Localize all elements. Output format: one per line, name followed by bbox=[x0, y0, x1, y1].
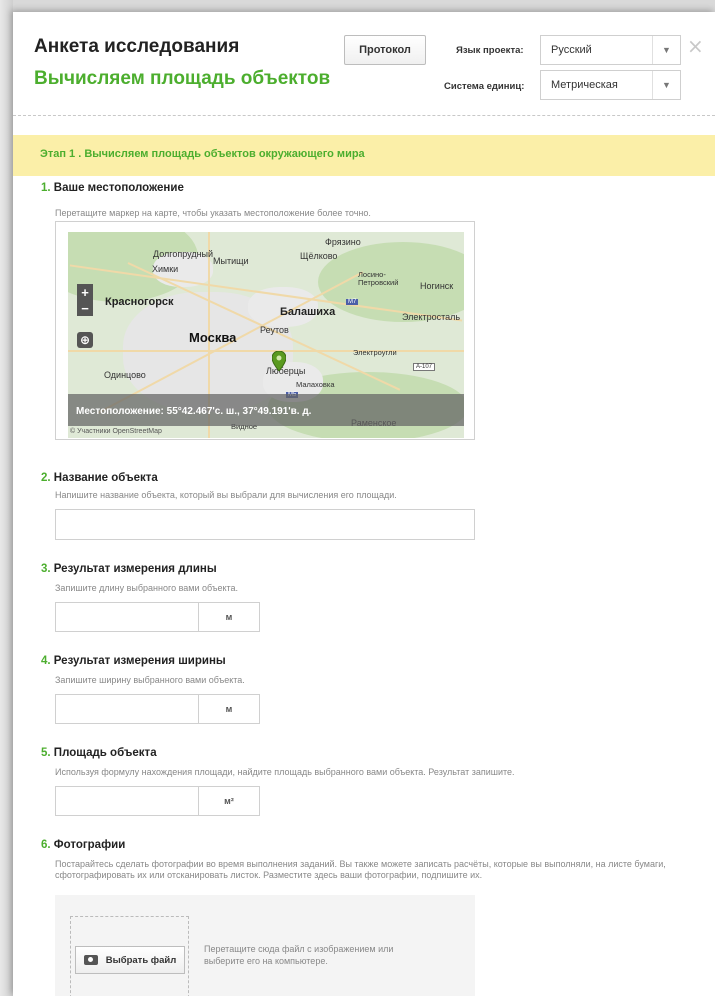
map-label-mytishchi: Мытищи bbox=[213, 256, 249, 266]
object-name-input[interactable] bbox=[55, 509, 475, 540]
question-4-hint: Запишите ширину выбранного вами объекта. bbox=[55, 675, 245, 685]
language-select-value: Русский bbox=[551, 44, 592, 56]
page-title: Анкета исследования bbox=[34, 36, 240, 57]
header-divider bbox=[13, 115, 715, 116]
chevron-down-icon: ▼ bbox=[652, 71, 680, 99]
map-label-krasnogorsk: Красногорск bbox=[105, 296, 174, 308]
question-6-title: 6. Фотографии bbox=[41, 839, 126, 851]
map-label-fryazino: Фрязино bbox=[325, 237, 361, 247]
survey-dialog: Анкета исследования Вычисляем площадь об… bbox=[13, 12, 715, 996]
chevron-down-icon: ▼ bbox=[652, 36, 680, 64]
drop-hint-text: Перетащите сюда файл с изображением или … bbox=[204, 944, 394, 966]
question-1-hint: Перетащите маркер на карте, чтобы указат… bbox=[55, 208, 371, 218]
map-label-odintsovo: Одинцово bbox=[104, 370, 146, 380]
map-label-dolgoprudny: Долгопрудный bbox=[153, 249, 214, 259]
question-5-title: 5. Площадь объекта bbox=[41, 747, 157, 759]
map-label-reutov: Реутов bbox=[260, 325, 289, 335]
map-label-malakhovka: Малаховка bbox=[296, 380, 335, 389]
window-background bbox=[0, 0, 13, 996]
map-label-elektrougli: Электроугли bbox=[353, 348, 397, 357]
area-input[interactable]: м² bbox=[55, 786, 260, 816]
units-select-value: Метрическая bbox=[551, 79, 618, 91]
location-coordinates-text: Местоположение: 55°42.467'с. ш., 37°49.1… bbox=[76, 406, 312, 417]
question-3-hint: Запишите длину выбранного вами объекта. bbox=[55, 583, 239, 593]
map-label-noginsk: Ногинск bbox=[420, 281, 454, 291]
locate-icon[interactable]: ⊕ bbox=[77, 332, 93, 348]
location-map[interactable]: Фрязино Долгопрудный Мытищи Щёлково Химк… bbox=[68, 232, 464, 438]
photo-upload-area[interactable]: Выбрать файл Перетащите сюда файл с изоб… bbox=[55, 895, 475, 996]
area-unit: м² bbox=[198, 787, 259, 815]
question-4-title: 4. Результат измерения ширины bbox=[41, 655, 226, 667]
page-subtitle: Вычисляем площадь объектов bbox=[34, 68, 331, 89]
map-marker-icon[interactable] bbox=[272, 351, 286, 371]
choose-file-button[interactable]: Выбрать файл bbox=[75, 946, 185, 974]
camera-icon bbox=[83, 955, 98, 965]
stage-banner: Этап 1 . Вычисляем площадь объектов окру… bbox=[13, 135, 715, 176]
language-select[interactable]: Русский ▼ bbox=[540, 35, 681, 65]
map-road-badge-m7: M7 bbox=[346, 299, 359, 305]
question-5-hint: Используя формулу нахождения площади, на… bbox=[55, 767, 515, 777]
close-icon[interactable]: × bbox=[687, 34, 704, 58]
units-select[interactable]: Метрическая ▼ bbox=[540, 70, 681, 100]
question-6-hint: Постарайтесь сделать фотографии во время… bbox=[55, 859, 666, 880]
length-unit: м bbox=[198, 603, 259, 631]
map-label-elektrostal: Электросталь bbox=[402, 312, 461, 322]
map-attribution[interactable]: © Участники OpenStreetMap bbox=[70, 428, 162, 435]
question-2-title: 2. Название объекта bbox=[41, 472, 158, 484]
units-label: Система единиц: bbox=[444, 81, 525, 92]
location-coordinates-bar: Местоположение: 55°42.467'с. ш., 37°49.1… bbox=[68, 394, 464, 426]
question-2-hint: Напишите название объекта, который вы вы… bbox=[55, 490, 397, 500]
choose-file-label: Выбрать файл bbox=[105, 954, 177, 966]
stage-title: Этап 1 . Вычисляем площадь объектов окру… bbox=[40, 148, 365, 160]
width-input[interactable]: м bbox=[55, 694, 260, 724]
map-label-moskva: Москва bbox=[189, 330, 237, 345]
width-unit: м bbox=[198, 695, 259, 723]
map-zoom-in-button[interactable]: + bbox=[77, 284, 93, 300]
map-label-losino: Лосино- Петровский bbox=[358, 270, 399, 287]
question-1-title: 1. Ваше местоположение bbox=[41, 182, 184, 194]
length-input[interactable]: м bbox=[55, 602, 260, 632]
question-3-title: 3. Результат измерения длины bbox=[41, 563, 217, 575]
language-label: Язык проекта: bbox=[456, 45, 524, 56]
protocol-button[interactable]: Протокол bbox=[344, 35, 426, 65]
map-zoom-out-button[interactable]: − bbox=[77, 300, 93, 316]
map-road-badge-a107: A-107 bbox=[413, 363, 436, 371]
map-label-balashikha: Балашиха bbox=[280, 306, 336, 318]
map-label-khimki: Химки bbox=[152, 264, 179, 274]
map-label-shchyolkovo: Щёлково bbox=[300, 251, 338, 261]
